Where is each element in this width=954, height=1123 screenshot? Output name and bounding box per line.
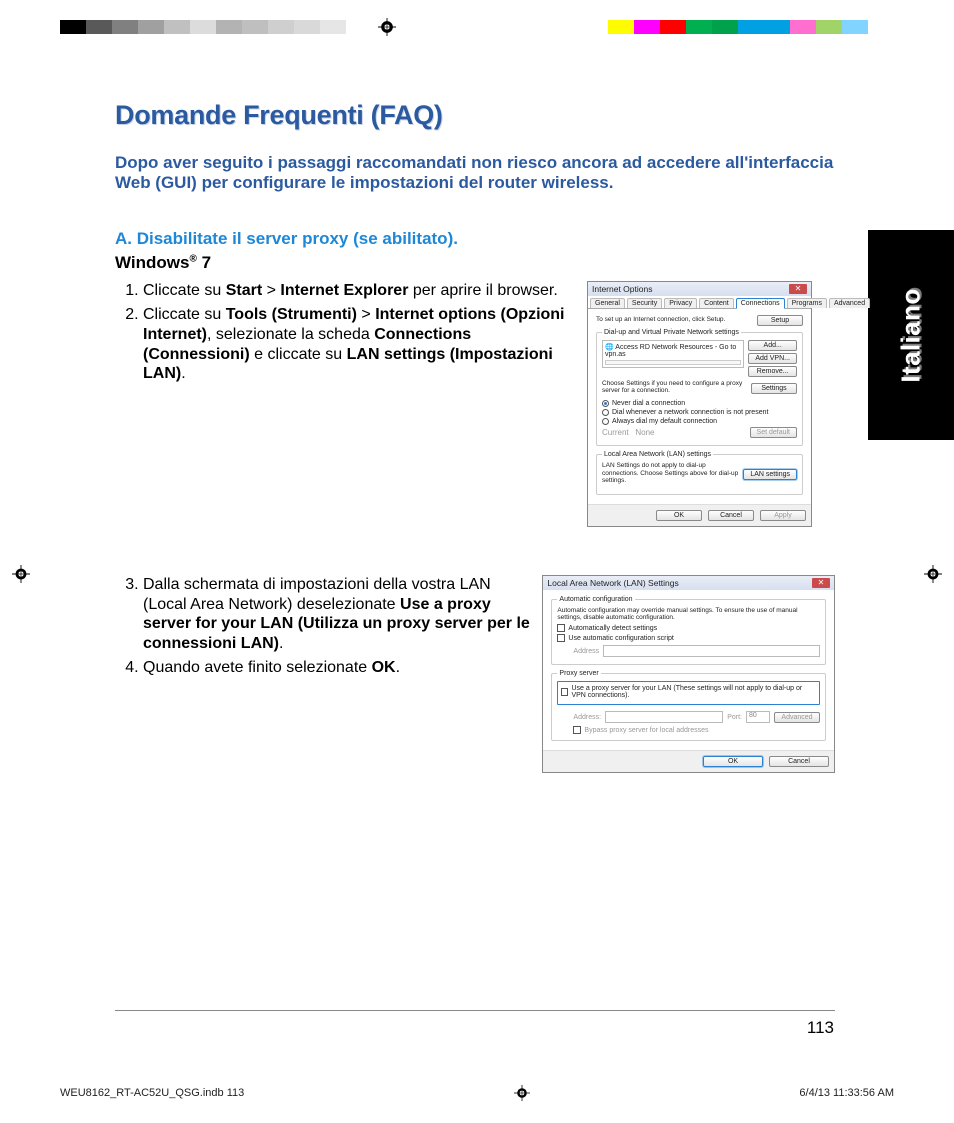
section-a-heading: A. Disabilitate il server proxy (se abil… — [115, 229, 835, 249]
advanced-button: Advanced — [774, 712, 820, 723]
close-icon[interactable]: ✕ — [789, 284, 807, 294]
tabs: GeneralSecurityPrivacyContentConnections… — [588, 296, 811, 309]
step-item: Cliccate su Tools (Strumenti) > Internet… — [143, 305, 575, 384]
footer-rule — [115, 1010, 835, 1011]
lan-legend: Local Area Network (LAN) settings — [602, 451, 713, 458]
registration-cross-icon — [378, 18, 396, 36]
tab-advanced[interactable]: Advanced — [829, 298, 870, 308]
apply-button: Apply — [760, 510, 806, 521]
cancel-button[interactable]: Cancel — [708, 510, 754, 521]
proxy-legend: Proxy server — [557, 670, 600, 677]
step-item: Dalla schermata di impostazioni della vo… — [143, 575, 530, 654]
remove-button[interactable]: Remove... — [748, 366, 797, 377]
lan-text: LAN Settings do not apply to dial-up con… — [602, 462, 743, 483]
tab-general[interactable]: General — [590, 298, 625, 308]
choose-text: Choose Settings if you need to configure… — [602, 380, 751, 394]
radio-never-dial[interactable]: Never dial a connection — [602, 400, 797, 407]
check-script[interactable]: Use automatic configuration script — [557, 634, 820, 642]
cancel-button[interactable]: Cancel — [769, 756, 829, 767]
registration-marks-top — [60, 18, 894, 36]
tab-connections[interactable]: Connections — [736, 298, 785, 309]
add-button[interactable]: Add... — [748, 340, 797, 351]
footer-filename: WEU8162_RT-AC52U_QSG.indb 113 — [60, 1087, 244, 1099]
dialog-title: Internet Options — [592, 284, 652, 294]
auto-legend: Automatic configuration — [557, 596, 634, 603]
page-number: 113 — [807, 1018, 834, 1038]
radio-always-dial[interactable]: Always dial my default connection — [602, 418, 797, 425]
registration-cross-icon — [924, 565, 942, 588]
auto-text: Automatic configuration may override man… — [557, 607, 820, 621]
steps-list-1: Cliccate su Start > Internet Explorer pe… — [115, 281, 575, 388]
language-tab: Italiano Italiano — [868, 230, 954, 440]
step-item: Quando avete finito selezionate OK. — [143, 658, 530, 678]
check-use-proxy[interactable]: Use a proxy server for your LAN (These s… — [561, 685, 816, 699]
connections-listbox[interactable]: 🌐 Access RD Network Resources - Go to vp… — [602, 340, 744, 368]
ok-button[interactable]: OK — [656, 510, 702, 521]
internet-options-dialog: Internet Options ✕ GeneralSecurityPrivacy… — [587, 281, 812, 527]
lan-settings-dialog: Local Area Network (LAN) Settings ✕ Autom… — [542, 575, 835, 773]
language-tab-label: Italiano — [896, 288, 926, 382]
colorbar-right — [582, 20, 894, 34]
footer-timestamp: 6/4/13 11:33:56 AM — [799, 1087, 894, 1099]
page-title: Domande Frequenti (FAQ) — [115, 100, 835, 131]
tab-security[interactable]: Security — [627, 298, 662, 308]
check-bypass: Bypass proxy server for local addresses — [573, 726, 820, 734]
os-heading: Windows® 7 — [115, 253, 835, 273]
close-icon[interactable]: ✕ — [812, 578, 830, 588]
tab-privacy[interactable]: Privacy — [664, 298, 697, 308]
intro-paragraph: Dopo aver seguito i passaggi raccomandat… — [115, 153, 835, 193]
set-default-button: Set default — [750, 427, 797, 438]
dialog-title: Local Area Network (LAN) Settings — [547, 578, 678, 588]
colorbar-left — [60, 20, 372, 34]
ok-button[interactable]: OK — [703, 756, 763, 767]
settings-button[interactable]: Settings — [751, 383, 797, 394]
tab-content[interactable]: Content — [699, 298, 734, 308]
radio-dial-when[interactable]: Dial whenever a network connection is no… — [602, 409, 797, 416]
setup-button[interactable]: Setup — [757, 315, 803, 326]
steps-list-2: Dalla schermata di impostazioni della vo… — [115, 575, 530, 682]
check-autodetect[interactable]: Automatically detect settings — [557, 624, 820, 632]
lan-settings-button[interactable]: LAN settings — [743, 469, 797, 480]
add-vpn-button[interactable]: Add VPN... — [748, 353, 797, 364]
dial-legend: Dial-up and Virtual Private Network sett… — [602, 329, 741, 336]
setup-text: To set up an Internet connection, click … — [596, 316, 757, 323]
registration-cross-icon — [12, 565, 30, 588]
step-item: Cliccate su Start > Internet Explorer pe… — [143, 281, 575, 301]
tab-programs[interactable]: Programs — [787, 298, 827, 308]
registration-cross-icon — [514, 1085, 530, 1101]
